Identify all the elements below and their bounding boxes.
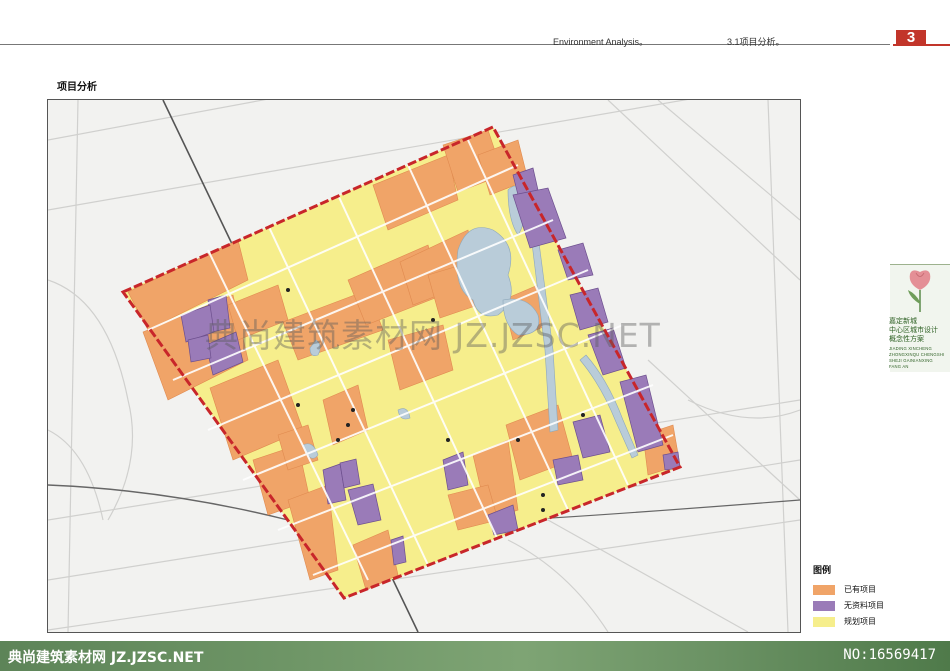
- footer-serial-number: NO:16569417: [843, 647, 936, 663]
- brand-chinese-name: 嘉定新城 中心区城市设计 概念性方案: [889, 317, 949, 344]
- header-chinese-title: 3.1项目分析。: [727, 37, 785, 47]
- section-title: 项目分析: [57, 82, 97, 93]
- legend-label: 规划项目: [844, 617, 876, 626]
- brand-line: 概念性方案: [889, 335, 924, 343]
- legend-swatch-existing: [813, 585, 835, 595]
- legend-swatch-planned: [813, 617, 835, 627]
- brand-rule: [890, 264, 950, 265]
- brand-line: 嘉定新城: [889, 317, 917, 325]
- legend-label: 已有项目: [844, 585, 876, 594]
- header-english-title: Environment Analysis。: [553, 37, 649, 47]
- brand-line: 中心区城市设计: [889, 326, 938, 334]
- map-canvas: [48, 100, 800, 632]
- tulip-flower-icon: [908, 270, 931, 312]
- footer-bar: 典尚建筑素材网 JZ.JZSC.NET NO:16569417: [0, 641, 950, 671]
- page-number-rule: [893, 44, 950, 46]
- legend-label: 无资料项目: [844, 601, 884, 610]
- legend-swatch-no-data: [813, 601, 835, 611]
- project-analysis-map: [47, 99, 801, 633]
- brand-pinyin-name: JIADING XINCHENG ZHONGXINQU CHENGSHI SHE…: [889, 346, 949, 370]
- legend-title: 图例: [813, 566, 832, 576]
- brand-pinyin-line: FANG AN: [889, 364, 909, 369]
- footer-site-name: 典尚建筑素材网 JZ.JZSC.NET: [8, 650, 204, 666]
